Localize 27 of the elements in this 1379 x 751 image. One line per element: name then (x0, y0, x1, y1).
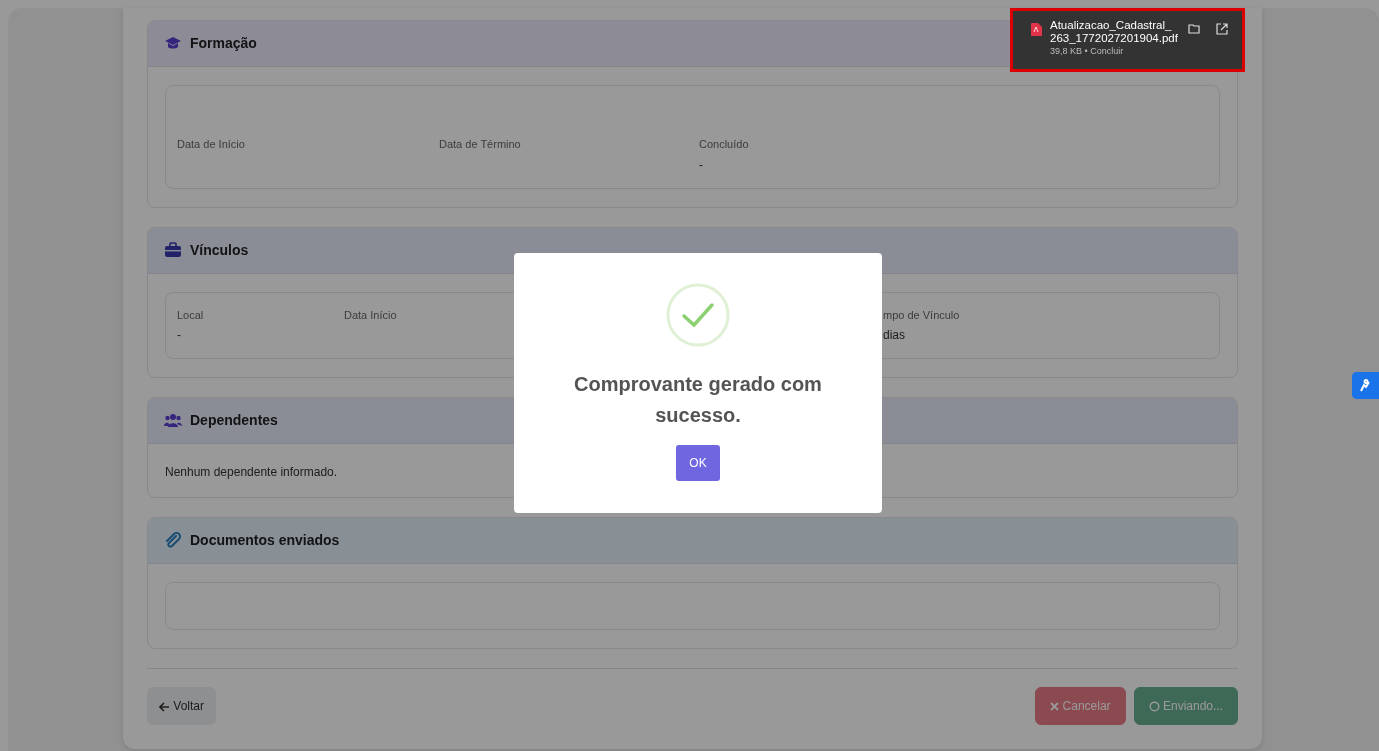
section-title: Formação (190, 34, 257, 53)
field-label: Data de Início (177, 137, 246, 152)
section-title: Dependentes (190, 411, 278, 430)
download-status: 39,8 KB • Concluir (1050, 45, 1125, 59)
download-filename[interactable]: Atualizacao_Cadastral_ 263_1772027201904.pdf (1050, 19, 1178, 46)
section-title: Documentos enviados (190, 531, 340, 550)
success-check-icon (666, 283, 730, 347)
field-value: dias (883, 327, 906, 344)
field-label: Data de Término (439, 137, 522, 152)
folder-icon[interactable] (1188, 23, 1200, 34)
field-label: Data Início (344, 307, 398, 323)
pdf-file-icon (1031, 23, 1042, 36)
ok-button[interactable]: OK (676, 445, 720, 481)
users-icon (164, 411, 182, 430)
field-value: - (177, 327, 182, 344)
back-button[interactable]: Voltar (147, 687, 217, 725)
field-value: - (699, 156, 704, 174)
field-label: mpo de Vínculo (883, 307, 961, 323)
open-external-icon[interactable] (1216, 23, 1228, 35)
briefcase-icon (164, 241, 182, 259)
section-title: Vínculos (190, 240, 249, 260)
arrow-left-icon (159, 701, 170, 712)
field-label: Concluído (699, 137, 750, 152)
empty-message: Nenhum dependente informado. (165, 464, 339, 481)
paperclip-icon (164, 531, 182, 550)
dialog-message: Comprovante gerado com sucesso. (573, 372, 823, 428)
field-label: Local (177, 307, 205, 323)
